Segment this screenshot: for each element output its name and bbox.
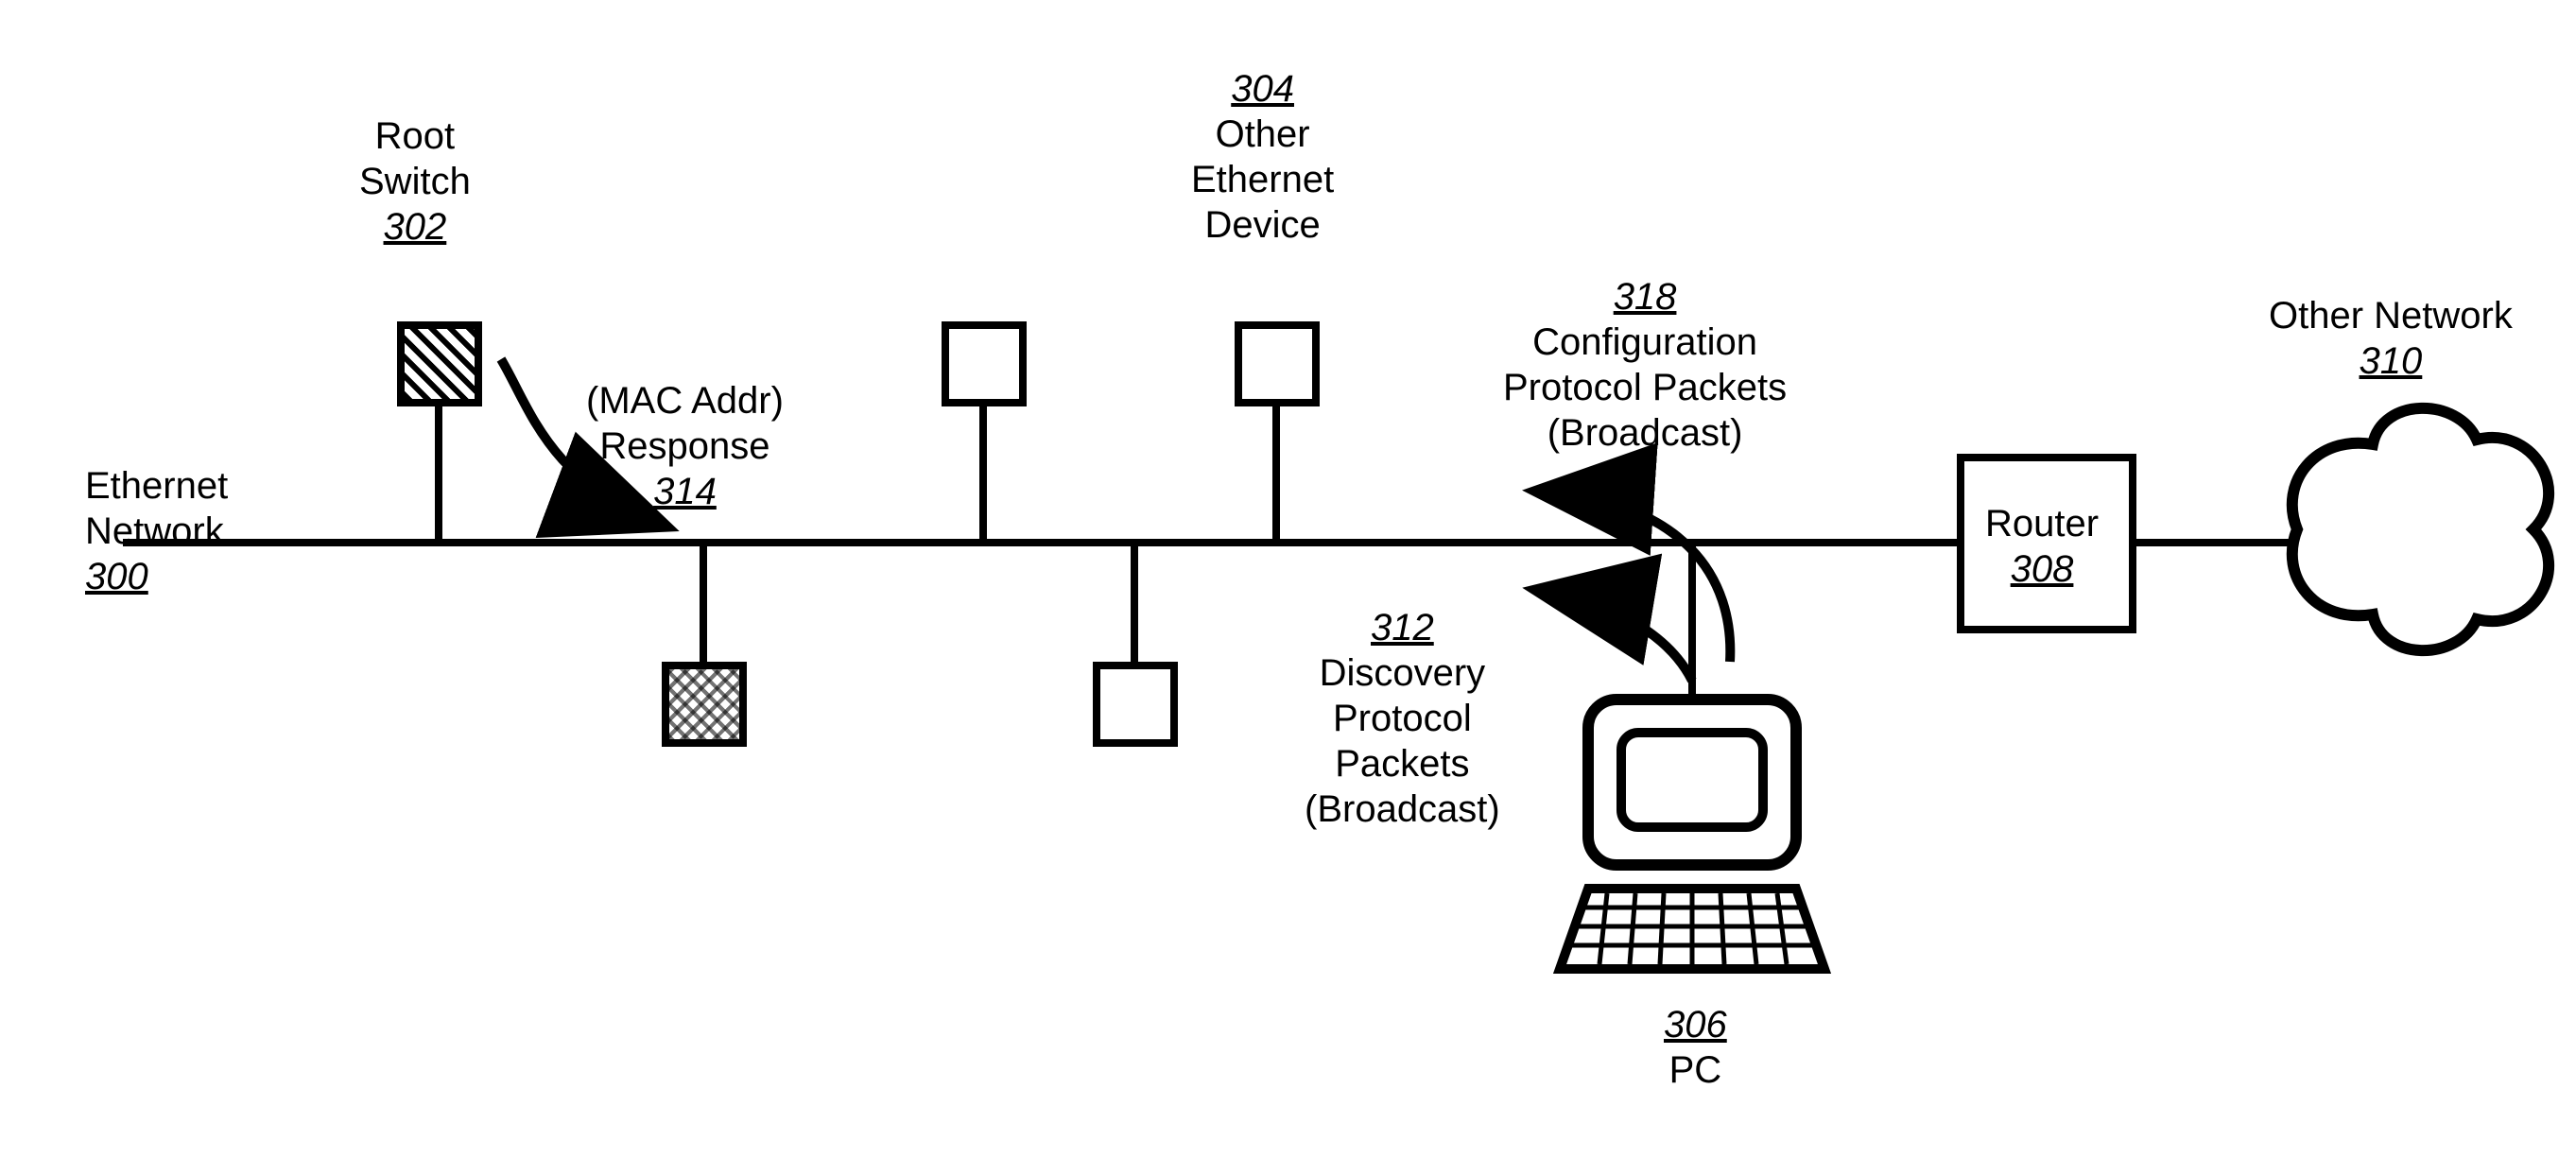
discovery-label: 312 Discovery Protocol Packets (Broadcas… [1305, 605, 1500, 832]
config-label: 318 Configuration Protocol Packets (Broa… [1503, 274, 1787, 456]
arrows [0, 0, 2576, 1158]
diagram-canvas: Ethernet Network 300 Root Switch 302 304… [0, 0, 2576, 1158]
response-label: (MAC Addr) Response 314 [586, 378, 784, 514]
